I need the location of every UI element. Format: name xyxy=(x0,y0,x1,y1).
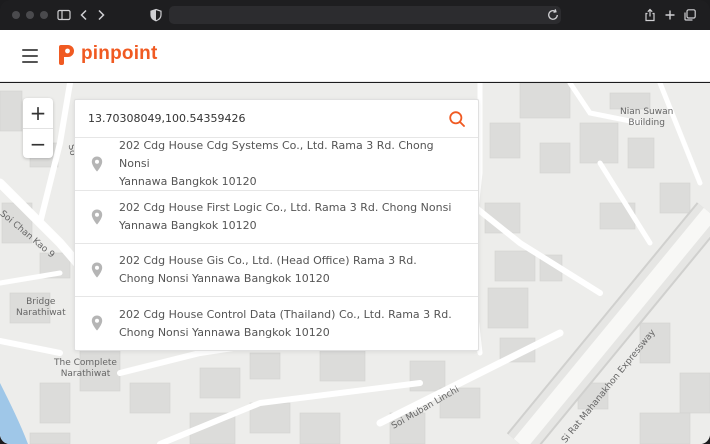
location-pin-icon xyxy=(91,262,103,278)
result-address-line-1: 202 Cdg House Gis Co., Ltd. (Head Office… xyxy=(119,254,417,267)
location-pin-icon xyxy=(91,209,103,225)
result-address-line-1: 202 Cdg House Cdg Systems Co., Ltd. Rama… xyxy=(119,139,434,170)
result-address-line-1: 202 Cdg House First Logic Co., Ltd. Rama… xyxy=(119,201,452,214)
pinpoint-logo-icon xyxy=(59,45,74,65)
zoom-controls: + − xyxy=(23,98,53,158)
menu-icon[interactable] xyxy=(22,49,38,63)
search-bar xyxy=(75,100,478,138)
location-pin-icon xyxy=(91,315,103,331)
browser-window: pinpoint Nian Suwan Building So Soi Chan… xyxy=(0,0,710,444)
location-pin-icon xyxy=(91,156,103,172)
map-label-complete-narathiwat: The Complete Narathiwat xyxy=(54,358,117,379)
new-tab-icon[interactable] xyxy=(663,8,677,22)
result-address: 202 Cdg House Cdg Systems Co., Ltd. Rama… xyxy=(119,137,464,191)
maximize-window-button[interactable] xyxy=(40,11,48,19)
search-result-item[interactable]: 202 Cdg House Control Data (Thailand) Co… xyxy=(75,297,478,350)
search-result-item[interactable]: 202 Cdg House Cdg Systems Co., Ltd. Rama… xyxy=(75,138,478,191)
result-address-line-1: 202 Cdg House Control Data (Thailand) Co… xyxy=(119,307,452,321)
search-input[interactable] xyxy=(75,100,440,137)
search-results-list: 202 Cdg House Cdg Systems Co., Ltd. Rama… xyxy=(75,138,478,350)
forward-icon[interactable] xyxy=(94,8,108,22)
back-icon[interactable] xyxy=(77,8,91,22)
app-header: pinpoint xyxy=(0,30,710,82)
search-result-item[interactable]: 202 Cdg House Gis Co., Ltd. (Head Office… xyxy=(75,244,478,297)
result-address-line-2: Yannawa Bangkok 10120 xyxy=(119,175,257,188)
result-address-line-2: Yannawa Bangkok 10120 xyxy=(119,219,257,232)
result-address: 202 Cdg House Gis Co., Ltd. (Head Office… xyxy=(119,252,464,288)
sidebar-toggle-icon[interactable] xyxy=(57,8,71,22)
browser-toolbar xyxy=(0,0,710,30)
search-icon[interactable] xyxy=(448,110,466,128)
share-icon[interactable] xyxy=(643,8,657,22)
map-label-nian-suwan: Nian Suwan Building xyxy=(620,107,674,128)
tab-overview-icon[interactable] xyxy=(683,8,697,22)
zoom-in-button[interactable]: + xyxy=(23,98,53,128)
address-bar[interactable] xyxy=(169,6,561,24)
result-address: 202 Cdg House Control Data (Thailand) Co… xyxy=(119,306,464,342)
map-label-bridge-narathiwat: Bridge Narathiwat xyxy=(16,297,66,318)
brand-name: pinpoint xyxy=(81,43,158,64)
window-controls xyxy=(12,11,48,19)
zoom-out-button[interactable]: − xyxy=(23,128,53,158)
shield-icon[interactable] xyxy=(149,8,163,22)
result-address-line-2: Chong Nonsi Yannawa Bangkok 10120 xyxy=(119,272,330,285)
search-result-item[interactable]: 202 Cdg House First Logic Co., Ltd. Rama… xyxy=(75,191,478,244)
search-panel: 202 Cdg House Cdg Systems Co., Ltd. Rama… xyxy=(74,99,479,351)
close-window-button[interactable] xyxy=(12,11,20,19)
minimize-window-button[interactable] xyxy=(26,11,34,19)
result-address: 202 Cdg House First Logic Co., Ltd. Rama… xyxy=(119,199,464,235)
result-address-line-2: Chong Nonsi Yannawa Bangkok 10120 xyxy=(119,325,330,339)
reload-icon[interactable] xyxy=(546,8,560,22)
